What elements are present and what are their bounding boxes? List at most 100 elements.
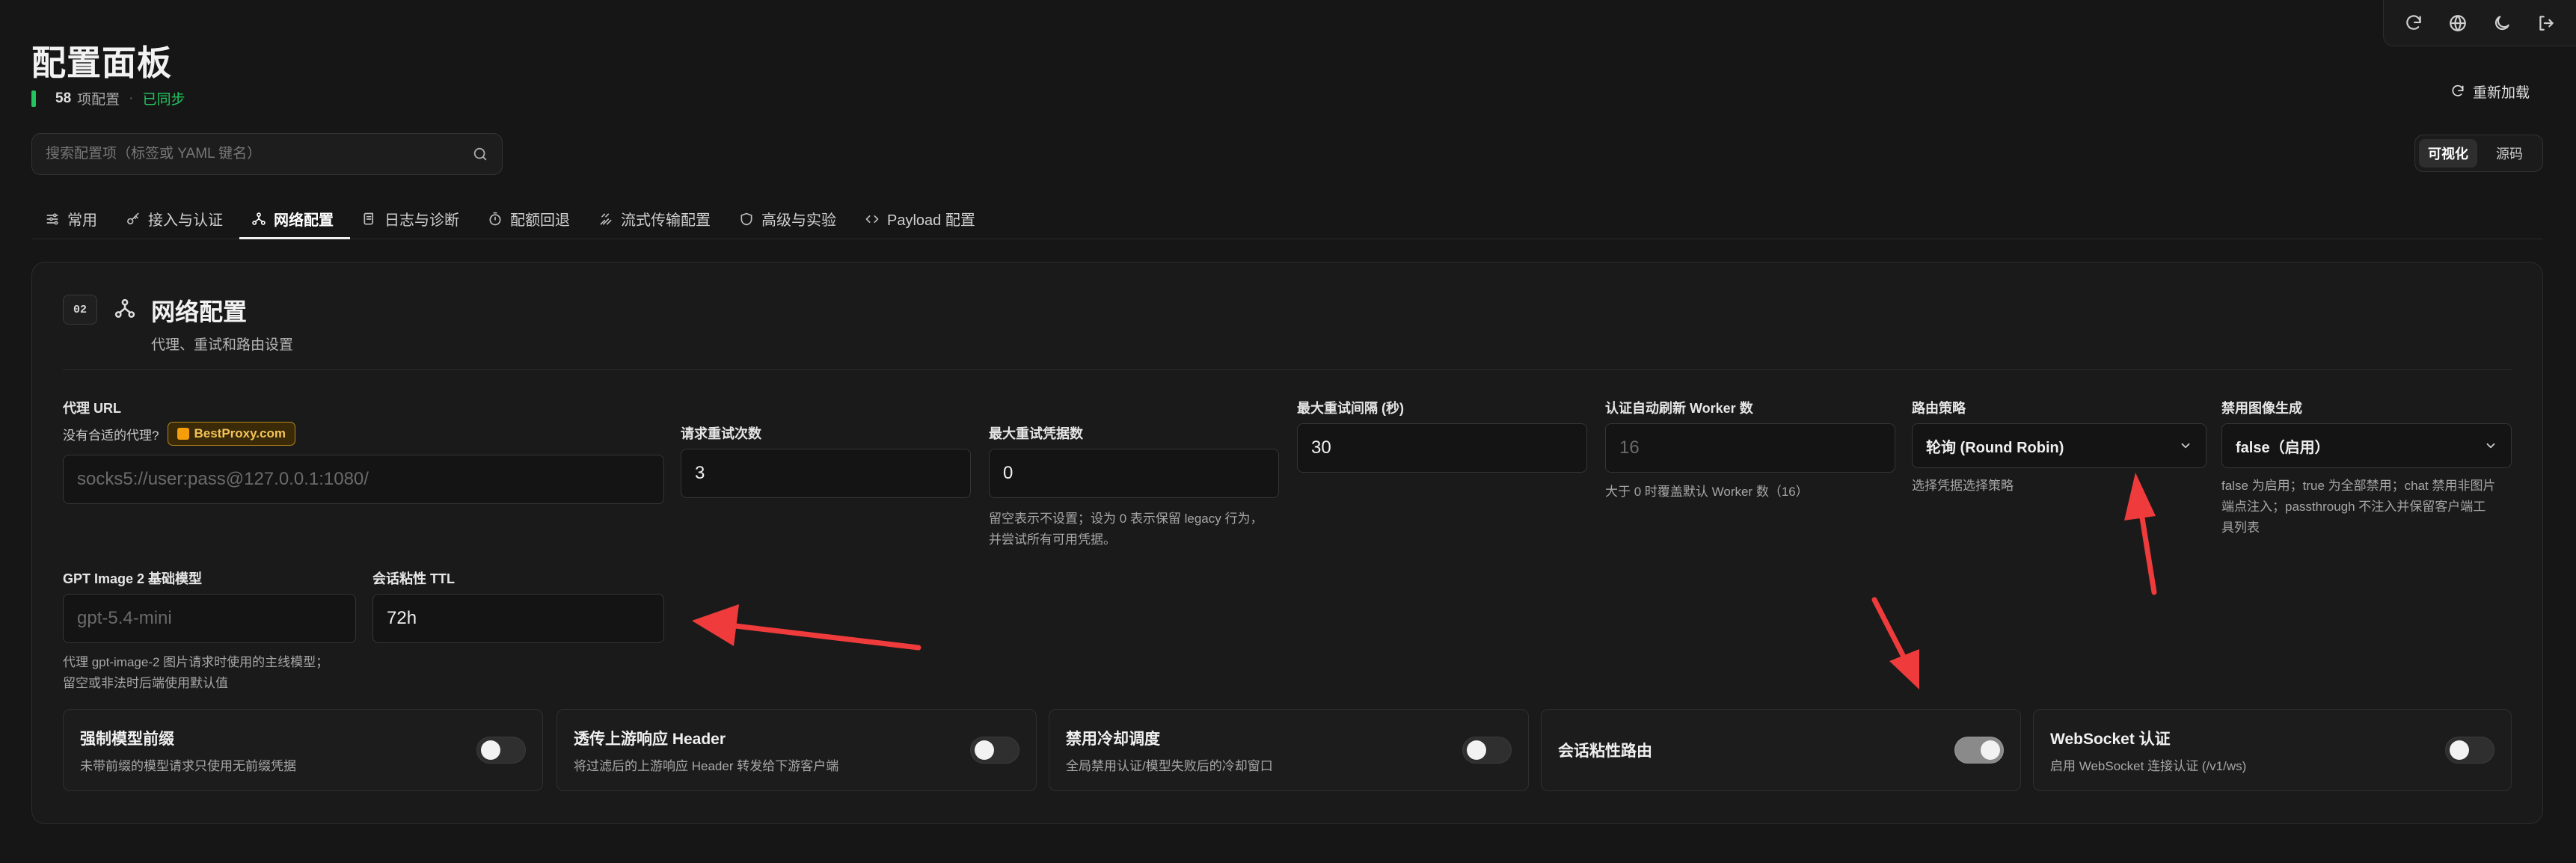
routing-strategy-label: 路由策略 xyxy=(1912,401,1966,416)
toggle-desc: 未带前缀的模型请求只使用无前缀凭据 xyxy=(80,758,296,773)
routing-strategy-select[interactable]: 轮询 (Round Robin) xyxy=(1912,423,2207,468)
switch-knob xyxy=(2450,740,2469,760)
disable-image-gen-help-2: 端点注入；passthrough 不注入并保留客户端工 xyxy=(2221,500,2486,514)
toggle-title: 会话粘性路由 xyxy=(1558,743,1652,760)
toggle-desc: 将过滤后的上游响应 Header 转发给下游客户端 xyxy=(574,758,839,773)
disable-image-gen-help-1: false 为启用；true 为全部禁用；chat 禁用非图片 xyxy=(2221,479,2496,493)
separator: · xyxy=(129,90,134,106)
session-ttl-input[interactable] xyxy=(387,608,650,629)
retry-count-field xyxy=(681,449,971,498)
view-source-button[interactable]: 源码 xyxy=(2480,139,2539,168)
tab-access-auth[interactable]: 接入与认证 xyxy=(114,199,239,239)
toggle-card-session-affinity: 会话粘性路由 xyxy=(1541,709,2021,791)
reload-label: 重新加载 xyxy=(2473,85,2530,101)
bestproxy-link[interactable]: BestProxy.com xyxy=(168,422,295,446)
chevron-down-icon xyxy=(2486,443,2495,449)
max-retry-credentials-input[interactable] xyxy=(1003,463,1265,484)
gpt-image-model-label: GPT Image 2 基础模型 xyxy=(63,571,203,586)
max-retry-interval-field xyxy=(1297,423,1587,473)
search-input[interactable] xyxy=(46,146,472,162)
retry-count-input[interactable] xyxy=(695,463,957,484)
bestproxy-logo-icon xyxy=(177,428,190,440)
tab-label: 网络配置 xyxy=(274,212,334,229)
globe-icon[interactable] xyxy=(2441,7,2474,40)
toggle-desc: 全局禁用认证/模型失败后的冷却窗口 xyxy=(1066,758,1273,773)
session-ttl-label: 会话粘性 TTL xyxy=(372,571,455,586)
key-icon xyxy=(127,212,139,224)
proxy-url-field xyxy=(63,455,664,504)
tab-logs[interactable]: 日志与诊断 xyxy=(350,199,476,239)
toggle-card-websocket-auth: WebSocket 认证 启用 WebSocket 连接认证 (/v1/ws) xyxy=(2033,709,2512,791)
toggle-desc: 启用 WebSocket 连接认证 (/v1/ws) xyxy=(2050,758,2247,773)
sliders-icon xyxy=(46,213,58,224)
retry-count-label: 请求重试次数 xyxy=(681,426,761,441)
max-retry-interval-input[interactable] xyxy=(1311,437,1573,458)
network-icon xyxy=(114,298,136,320)
code-icon xyxy=(865,215,879,223)
max-retry-credentials-help-2: 并尝试所有可用凭据。 xyxy=(989,532,1116,547)
toggle-title: 透传上游响应 Header xyxy=(574,730,726,748)
stream-icon xyxy=(600,213,612,224)
section-number-badge: 02 xyxy=(63,295,97,325)
category-tabs: 常用 接入与认证 网络配置 日志与诊断 配额回退 流式传输配置 高级与实验 Pa… xyxy=(31,199,2543,239)
disable-image-gen-value: false（启用） xyxy=(2236,439,2330,456)
config-status-line: 58 项配置 · 已同步 xyxy=(31,88,185,108)
view-visual-button[interactable]: 可视化 xyxy=(2419,139,2477,168)
toggle-card-passthrough-headers: 透传上游响应 Header 将过滤后的上游响应 Header 转发给下游客户端 xyxy=(556,709,1037,791)
toggle-title: WebSocket 认证 xyxy=(2050,730,2171,748)
force-model-prefix-switch[interactable] xyxy=(476,737,526,764)
toggle-card-force-model-prefix: 强制模型前缀 未带前缀的模型请求只使用无前缀凭据 xyxy=(63,709,543,791)
logout-icon[interactable] xyxy=(2530,7,2563,40)
toggle-card-disable-cooldown: 禁用冷却调度 全局禁用认证/模型失败后的冷却窗口 xyxy=(1049,709,1529,791)
page-title: 配置面板 xyxy=(31,43,172,82)
auth-refresh-workers-input[interactable] xyxy=(1619,437,1881,458)
switch-knob xyxy=(1981,740,2000,760)
reload-icon xyxy=(2452,85,2464,96)
max-retry-credentials-help-1: 留空表示不设置；设为 0 表示保留 legacy 行为， xyxy=(989,512,1263,526)
config-count-suffix: 项配置 xyxy=(77,92,120,108)
sync-status: 已同步 xyxy=(142,92,185,108)
routing-strategy-help: 选择凭据选择策略 xyxy=(1912,479,2014,493)
tab-payload[interactable]: Payload 配置 xyxy=(853,199,992,239)
tab-label: 常用 xyxy=(67,212,97,229)
max-retry-interval-label: 最大重试间隔 (秒) xyxy=(1297,401,1404,416)
reload-button[interactable]: 重新加载 xyxy=(2431,75,2549,108)
tab-label: 接入与认证 xyxy=(148,212,223,229)
moon-icon[interactable] xyxy=(2485,7,2518,40)
refresh-icon[interactable] xyxy=(2397,7,2430,40)
switch-knob xyxy=(481,740,500,760)
max-retry-credentials-field xyxy=(989,449,1279,498)
gpt-image-model-help-2: 留空或非法时后端使用默认值 xyxy=(63,676,228,690)
tab-streaming[interactable]: 流式传输配置 xyxy=(586,199,727,239)
session-affinity-switch[interactable] xyxy=(1954,737,2004,764)
tab-quota-fallback[interactable]: 配额回退 xyxy=(476,199,586,239)
bestproxy-label: BestProxy.com xyxy=(194,426,286,440)
tab-network[interactable]: 网络配置 xyxy=(239,199,350,239)
tab-label: 流式传输配置 xyxy=(621,212,711,229)
gpt-image-model-input[interactable] xyxy=(77,608,342,629)
tab-common[interactable]: 常用 xyxy=(31,199,114,239)
toggle-title: 禁用冷却调度 xyxy=(1066,730,1160,748)
view-mode-toggle: 可视化 源码 xyxy=(2414,135,2543,172)
tab-advanced[interactable]: 高级与实验 xyxy=(727,199,853,239)
search-box xyxy=(31,133,503,175)
switch-knob xyxy=(1467,740,1486,760)
proxy-url-label: 代理 URL xyxy=(63,401,121,416)
websocket-auth-switch[interactable] xyxy=(2445,737,2494,764)
max-retry-credentials-label: 最大重试凭据数 xyxy=(989,426,1083,441)
scroll-icon xyxy=(364,212,373,224)
disable-image-gen-label: 禁用图像生成 xyxy=(2221,401,2302,416)
gpt-image-model-help-1: 代理 gpt-image-2 图片请求时使用的主线模型； xyxy=(63,655,329,669)
proxy-url-input[interactable] xyxy=(77,469,650,490)
gpt-image-model-field xyxy=(63,594,356,643)
passthrough-headers-switch[interactable] xyxy=(970,737,1019,764)
search-icon[interactable] xyxy=(472,146,488,162)
disable-cooldown-switch[interactable] xyxy=(1462,737,1512,764)
section-title: 网络配置 xyxy=(151,298,248,325)
status-indicator-bar xyxy=(31,90,36,107)
section-divider xyxy=(63,369,2512,370)
session-ttl-field xyxy=(372,594,664,643)
auth-refresh-workers-field xyxy=(1605,423,1895,473)
config-count: 58 xyxy=(55,90,72,106)
disable-image-gen-select[interactable]: false（启用） xyxy=(2221,423,2512,468)
